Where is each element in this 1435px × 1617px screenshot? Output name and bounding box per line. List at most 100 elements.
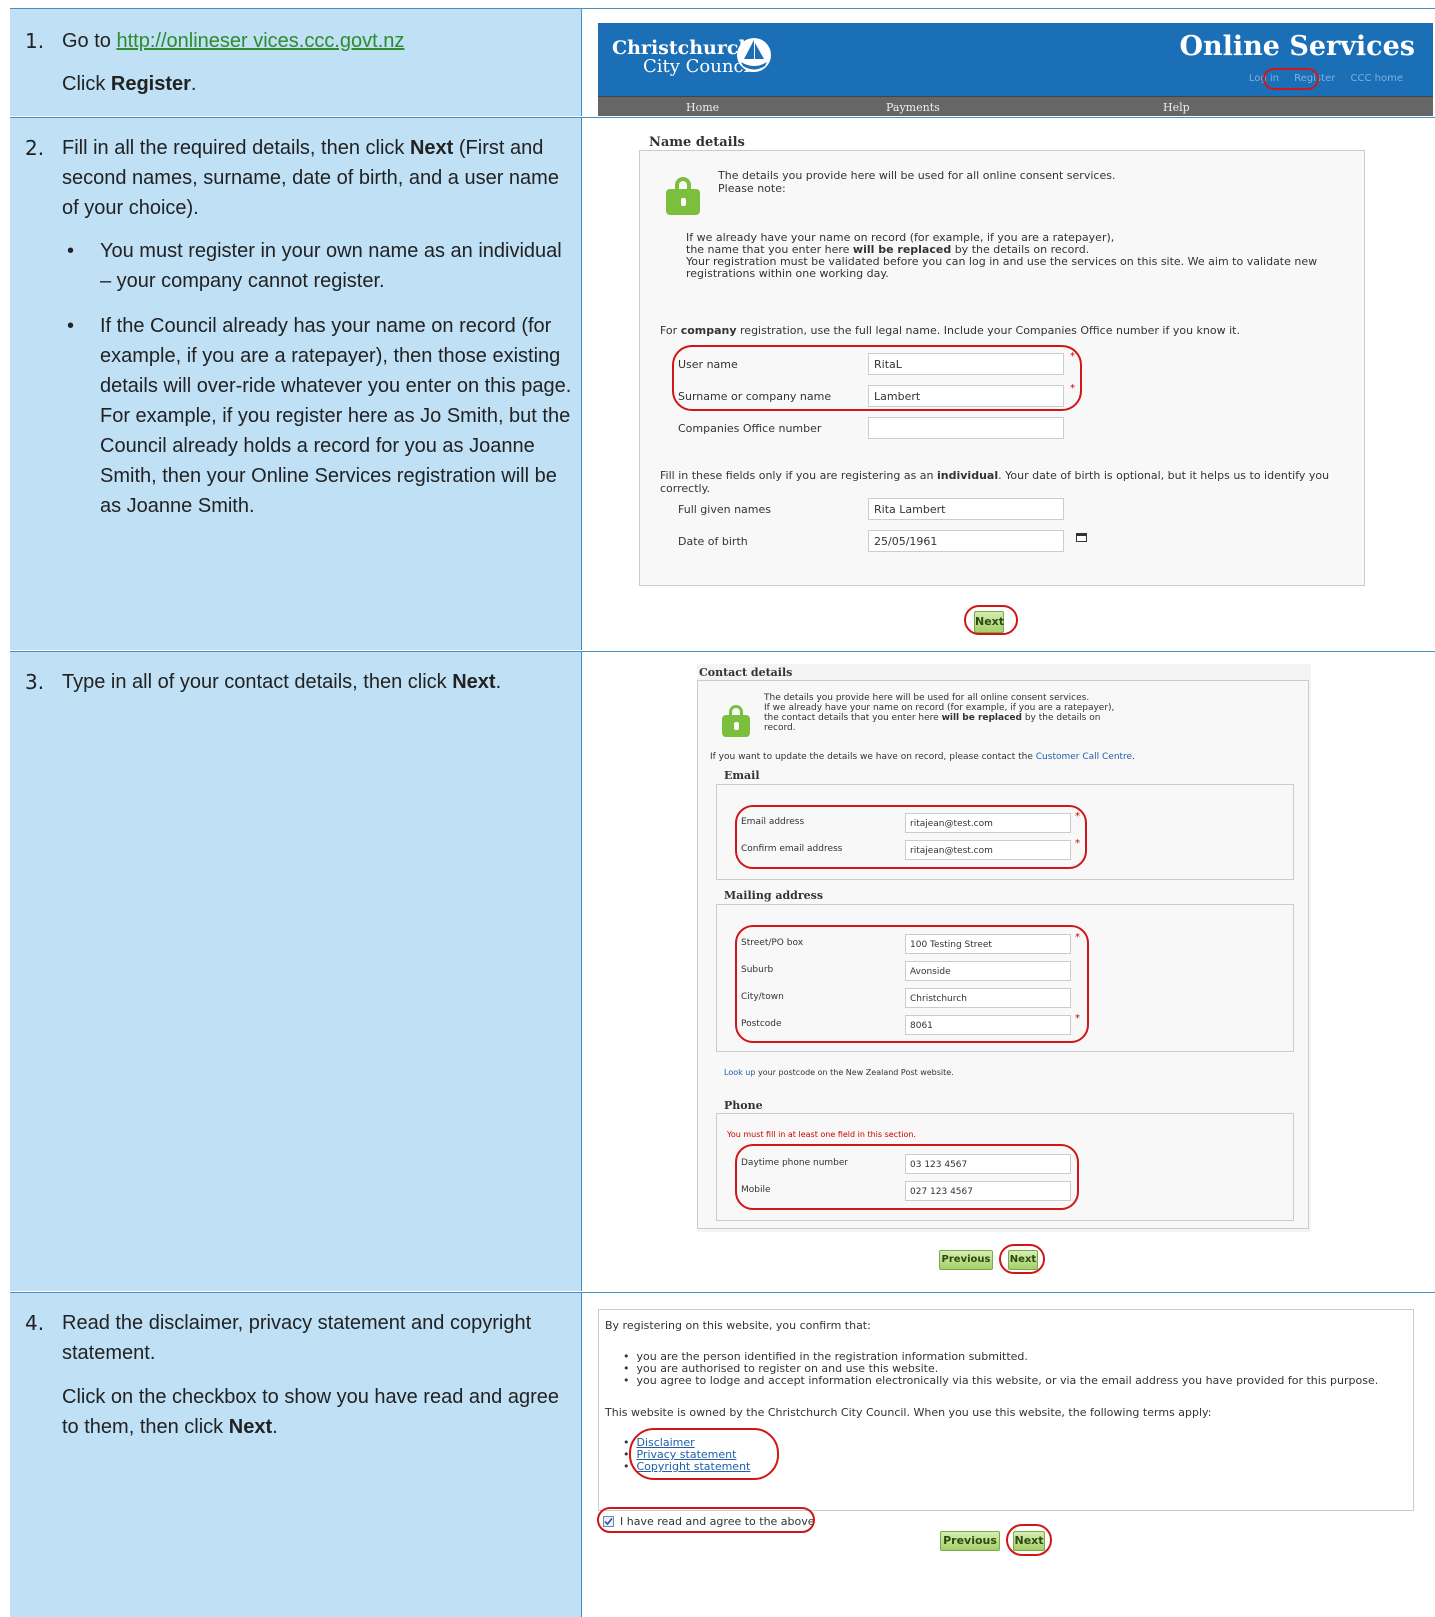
step-3-screenshot-cell: Contact details The details you provide … [583,652,1435,1291]
step-number: 1. [25,29,45,53]
email-highlight [735,805,1087,869]
bold-text: company [680,324,737,337]
given-names-label: Full given names [678,503,772,516]
text: by the details on [1021,713,1101,723]
lookup-link[interactable]: Look up [724,1068,755,1077]
next-highlight [964,605,1018,635]
bullet-text: You must register in your own name as an… [100,240,562,292]
text: you agree to lodge and accept informatio… [636,1374,1379,1387]
required-fields-highlight [672,345,1082,411]
bullet-dot: • [67,315,75,337]
bullet-item: • If the Council already has your name o… [62,311,572,521]
text: Read the disclaimer, privacy statement a… [62,1312,532,1364]
nav-help[interactable]: Help [1163,101,1190,114]
individual-note: Fill in these fields only if you are reg… [660,469,1364,495]
text: If you want to update the details we hav… [710,752,1036,762]
given-names-input[interactable]: Rita Lambert [868,498,1064,520]
name-intro-2: Please note: [718,182,786,195]
nav-payments[interactable]: Payments [886,101,940,114]
contact-intro-2: If we already have your name on record (… [764,703,1115,713]
step-4-row: 4. Read the disclaimer, privacy statemen… [10,1292,1435,1617]
mailing-section-title: Mailing address [724,889,824,902]
ccc-home-link[interactable]: CCC home [1351,73,1403,84]
ownership-note: This website is owned by the Christchurc… [605,1406,1212,1419]
phone-warning: You must fill in at least one field in t… [727,1130,916,1139]
contact-intro-1: The details you provide here will be use… [764,693,1090,703]
text: Type in all of your contact details, the… [62,671,453,693]
bullet-item: • You must register in your own name as … [62,236,572,296]
step-4-text-cell: 4. Read the disclaimer, privacy statemen… [10,1293,582,1617]
checkbox-highlight [597,1507,815,1533]
bold-text: Register [110,73,191,95]
step-1-line-1: Go to http://onlineser vices.ccc.govt.nz [62,26,572,56]
contact-details-title: Contact details [699,666,793,679]
text: Click on the checkbox to show you have r… [62,1386,559,1438]
name-details-panel: The details you provide here will be use… [639,150,1365,586]
contact-intro-4: record. [764,723,796,733]
phone-section-title: Phone [724,1099,763,1112]
step-2-row: 2. Fill in all the required details, the… [10,117,1435,650]
council-logo-icon [737,38,771,72]
previous-button[interactable]: Previous [940,1531,1000,1551]
email-section-title: Email [724,769,760,782]
confirm-item: • you agree to lodge and accept informat… [623,1374,1379,1387]
contact-panel: The details you provide here will be use… [697,680,1309,1229]
mailing-highlight [735,925,1089,1043]
top-links: Log in Register CCC home [1237,73,1403,84]
step-1-line-2: Click Register. [62,69,572,99]
step-2-intro: Fill in all the required details, then c… [62,133,572,223]
dob-input[interactable]: 25/05/1961 [868,530,1064,552]
disclaimer-panel: By registering on this website, you conf… [598,1309,1414,1511]
mailing-panel: Street/PO box 100 Testing Street * Subur… [716,904,1294,1052]
lock-icon [666,177,700,215]
step-number: 4. [25,1311,45,1335]
text: For [660,324,681,337]
email-panel: Email address ritajean@test.com * Confir… [716,784,1294,880]
companies-office-input[interactable] [868,417,1064,439]
nav-home[interactable]: Home [686,101,719,114]
online-services-link[interactable]: http://onlineser vices.ccc.govt.nz [116,30,404,52]
bold-text: Next [409,137,454,159]
text: . [495,671,502,693]
bold-text: will be replaced [941,713,1022,723]
text: Fill in all the required details, then c… [62,137,410,159]
step-3-intro: Type in all of your contact details, the… [62,667,572,697]
update-note: If you want to update the details we hav… [710,751,1135,764]
step-number: 3. [25,670,45,694]
step-1-screenshot-cell: Christchurch City Council Online Service… [583,9,1435,116]
step-3-row: 3. Type in all of your contact details, … [10,651,1435,1291]
text: the contact details that you enter here [764,713,942,723]
calendar-icon[interactable] [1076,532,1087,542]
nav-bar: Home Payments Help [598,96,1433,116]
step-1-text-cell: 1. Go to http://onlineser vices.ccc.govt… [10,9,582,116]
step-2-text-cell: 2. Fill in all the required details, the… [10,118,582,650]
phone-panel: You must fill in at least one field in t… [716,1113,1294,1221]
text: . [190,73,197,95]
name-note-4: registrations within one working day. [686,267,889,280]
bold-text: individual [937,469,999,482]
previous-button[interactable]: Previous [939,1250,993,1270]
step-4-intro: Read the disclaimer, privacy statement a… [62,1308,572,1368]
text: Fill in these fields only if you are reg… [660,469,938,482]
postcode-lookup-note: Look up your postcode on the New Zealand… [724,1066,954,1079]
companies-office-label: Companies Office number [678,422,822,435]
phone-highlight [735,1144,1079,1210]
online-services-title: Online Services [1179,31,1415,62]
step-2-screenshot-cell: Name details The details you provide her… [583,118,1435,650]
bullet-dot: • [67,240,75,262]
bold-text: Next [228,1416,273,1438]
next-highlight [1006,1524,1052,1556]
lock-icon [722,705,750,737]
call-centre-link[interactable]: Customer Call Centre [1036,752,1132,762]
bullet-text: If the Council already has your name on … [100,315,572,517]
text: . [1132,752,1135,762]
company-note: For company registration, use the full l… [660,324,1240,337]
contact-intro-3: the contact details that you enter here … [764,713,1100,723]
step-4-second: Click on the checkbox to show you have r… [62,1382,572,1442]
step-number: 2. [25,136,45,160]
register-highlight [1263,68,1319,90]
dob-label: Date of birth [678,535,748,548]
text: registration, use the full legal name. I… [736,324,1240,337]
contact-form: Contact details The details you provide … [697,664,1311,1232]
disclaimer-intro: By registering on this website, you conf… [605,1319,871,1332]
